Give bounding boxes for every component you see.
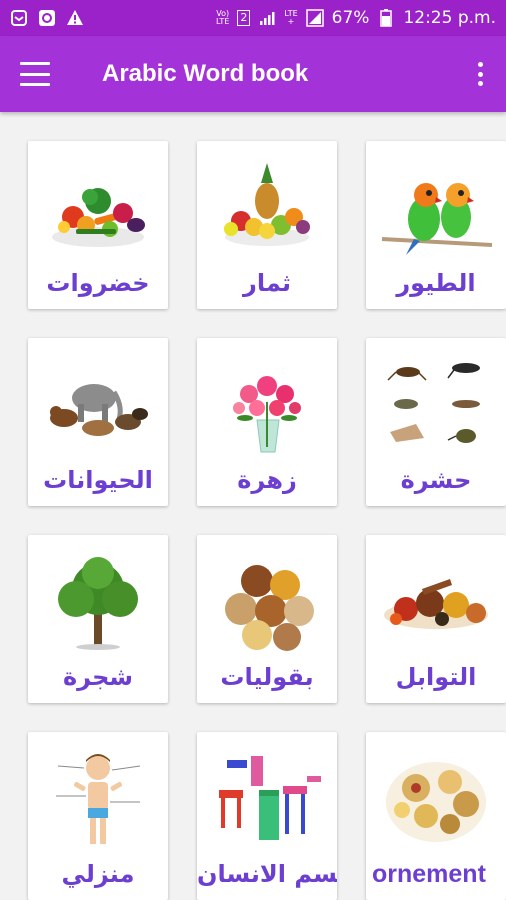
insects-image xyxy=(387,363,480,443)
volte-indicator: Vo) LTE xyxy=(216,9,230,26)
category-card-body[interactable]: منزلي xyxy=(28,732,168,900)
category-label: شجرة xyxy=(63,663,133,691)
category-grid: خضروات ثمار الطيور الحيوانات زهرة حشرة ش… xyxy=(0,112,506,900)
category-label: خضروات xyxy=(46,269,150,297)
notification-icon xyxy=(10,9,28,27)
category-card-birds[interactable]: الطيور xyxy=(366,141,506,309)
tree-image xyxy=(58,557,138,650)
category-label: ornement xyxy=(372,860,486,888)
legumes-image xyxy=(225,565,314,651)
spices-image xyxy=(384,579,488,629)
category-card-insects[interactable]: حشرة xyxy=(366,338,506,506)
category-card-legumes[interactable]: بقوليات xyxy=(197,535,337,703)
battery-icon xyxy=(377,9,395,27)
lte-indicator: LTE + xyxy=(284,9,298,26)
category-label: الحيوانات xyxy=(43,466,153,494)
ornament-image xyxy=(386,762,486,842)
birds-image xyxy=(381,183,493,255)
category-label: بقوليات xyxy=(220,663,314,691)
category-label: زهرة xyxy=(237,466,297,494)
category-card-vegetables[interactable]: خضروات xyxy=(28,141,168,309)
category-card-flower[interactable]: زهرة xyxy=(197,338,337,506)
vegetables-image xyxy=(52,188,145,247)
category-label: جسم الانسان xyxy=(197,860,337,888)
category-card-spices[interactable]: التوابل xyxy=(366,535,506,703)
sim-indicator: 2 xyxy=(237,10,251,26)
app-title: Arabic Word book xyxy=(102,60,309,87)
app-bar: Arabic Word book xyxy=(0,36,506,112)
animals-image xyxy=(50,384,148,436)
battery-percent: 67% xyxy=(331,8,370,28)
category-card-ornament[interactable]: ornement xyxy=(366,732,506,900)
category-card-animals[interactable]: الحيوانات xyxy=(28,338,168,506)
category-label: ثمار xyxy=(243,269,291,297)
body-image xyxy=(56,754,141,844)
category-label: منزلي xyxy=(61,860,135,888)
fruits-image xyxy=(224,163,310,246)
category-card-tree[interactable]: شجرة xyxy=(28,535,168,703)
signal-icon xyxy=(258,9,276,27)
flower-image xyxy=(233,376,301,453)
more-vert-icon[interactable] xyxy=(476,62,484,86)
clock: 12:25 p.m. xyxy=(403,8,496,28)
signal-icon xyxy=(305,9,324,27)
category-label: الطيور xyxy=(396,269,476,297)
category-card-fruits[interactable]: ثمار xyxy=(197,141,337,309)
chat-icon xyxy=(38,9,56,27)
status-bar: Vo) LTE 2 LTE + 67% 12:25 p.m. xyxy=(0,0,506,36)
category-label: حشرة xyxy=(400,466,472,494)
category-card-furniture[interactable]: جسم الانسان xyxy=(197,732,337,900)
category-label: التوابل xyxy=(395,663,477,691)
furniture-image xyxy=(219,756,321,840)
warning-icon xyxy=(66,9,84,27)
hamburger-menu-icon[interactable] xyxy=(20,62,50,86)
